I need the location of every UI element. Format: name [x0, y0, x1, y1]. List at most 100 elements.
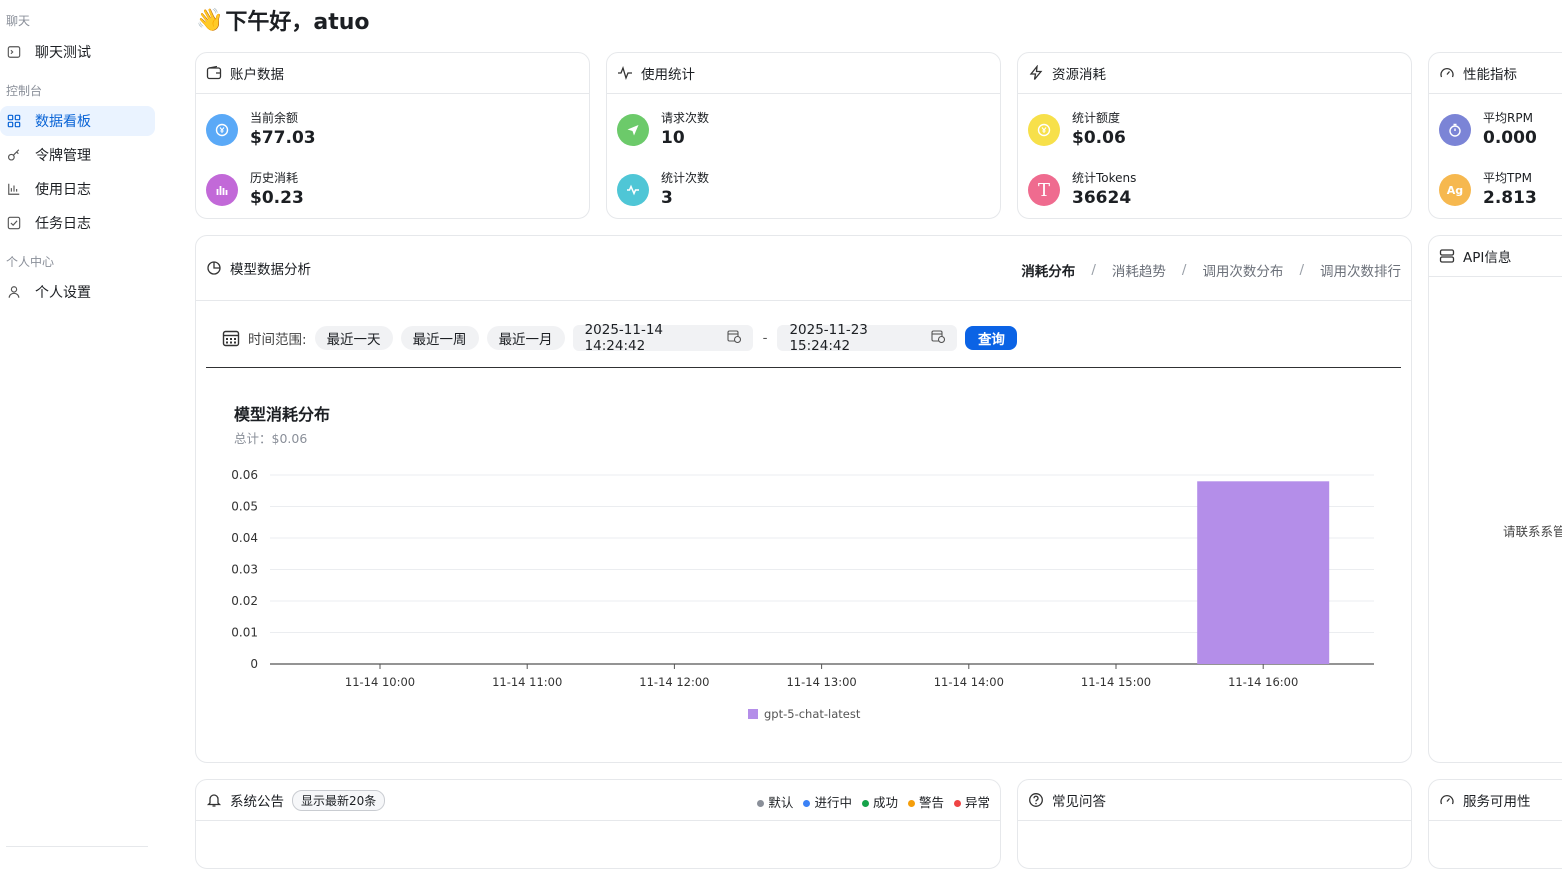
bar-chart-icon	[7, 182, 21, 196]
x-tick-label: 11-14 10:00	[345, 675, 415, 689]
histogram-icon	[206, 174, 238, 206]
account-card-header: 账户数据	[196, 53, 589, 94]
sidebar-item-label: 任务日志	[35, 216, 91, 232]
latest-badge: 显示最新20条	[292, 789, 386, 811]
quota-label: 统计额度	[1072, 111, 1121, 125]
x-tick-label: 11-14 16:00	[1228, 675, 1298, 689]
gauge-icon	[1439, 792, 1455, 808]
greeting: 👋 下午好，atuo	[196, 4, 370, 36]
x-tick-label: 11-14 15:00	[1081, 675, 1151, 689]
notice-card-title: 系统公告	[230, 794, 284, 810]
resource-card-header: 资源消耗	[1018, 53, 1411, 94]
sidebar-bottom-divider	[6, 846, 148, 847]
requests-label: 请求次数	[661, 111, 710, 125]
service-card-title: 服务可用性	[1463, 794, 1531, 810]
notice-card: 系统公告 显示最新20条 默认 进行中 成功 警告 异常	[195, 779, 1001, 869]
pulse-icon	[617, 65, 633, 81]
service-card: 服务可用性	[1428, 779, 1562, 869]
x-tick-label: 11-14 13:00	[786, 675, 856, 689]
sidebar-item-dashboard[interactable]: 数据看板	[0, 106, 155, 136]
api-card-header: API信息	[1429, 236, 1562, 277]
sidebar-item-usage-log[interactable]: 使用日志	[0, 174, 155, 204]
y-tick-label: 0.05	[231, 500, 258, 514]
stopwatch-icon	[1439, 114, 1471, 146]
coin-icon	[1028, 114, 1060, 146]
quota-value: $0.06	[1072, 128, 1126, 148]
history-stat: 历史消耗 $0.23	[206, 170, 304, 210]
api-empty-text: 请联系系管理	[1503, 524, 1562, 539]
send-icon	[617, 114, 649, 146]
requests-value: 10	[661, 128, 685, 148]
x-tick-label: 11-14 14:00	[934, 675, 1004, 689]
sidebar-item-label: 令牌管理	[35, 148, 91, 164]
bar	[1197, 481, 1330, 664]
x-tick-label: 11-14 12:00	[639, 675, 709, 689]
status-dot-icon	[861, 800, 869, 807]
tpm-stat: Ag 平均TPM 2.813	[1439, 170, 1537, 210]
faq-card-title: 常见问答	[1052, 794, 1106, 810]
account-card-title: 账户数据	[230, 67, 284, 83]
sidebar-item-task-log[interactable]: 任务日志	[0, 208, 155, 238]
legend-label: 警告	[918, 795, 944, 810]
sidebar-item-personal-settings[interactable]: 个人设置	[0, 277, 155, 307]
sidebar-item-label: 个人设置	[35, 285, 91, 301]
perf-card-header: 性能指标	[1429, 53, 1562, 94]
requests-stat: 请求次数 10	[617, 110, 709, 150]
legend-warning: 警告	[907, 792, 944, 811]
legend-label: 进行中	[814, 795, 852, 810]
usage-card-header: 使用统计	[607, 53, 1000, 94]
stats-count-value: 3	[661, 188, 673, 208]
checkbox-icon	[7, 216, 21, 230]
analysis-card: 模型数据分析 消耗分布 / 消耗趋势 / 调用次数分布 / 调用次数排行 时间范…	[195, 235, 1412, 763]
api-card-title: API信息	[1463, 250, 1512, 266]
grid-icon	[7, 114, 21, 128]
faq-card: 常见问答	[1017, 779, 1412, 869]
tpm-value: 2.813	[1483, 188, 1537, 208]
stats-count-stat: 统计次数 3	[617, 170, 709, 210]
question-icon	[1028, 792, 1044, 808]
history-label: 历史消耗	[250, 171, 299, 185]
rpm-stat: 平均RPM 0.000	[1439, 110, 1537, 150]
status-dot-icon	[803, 800, 811, 807]
sidebar-item-token-mgmt[interactable]: 令牌管理	[0, 140, 155, 170]
balance-stat: 当前余额 $77.03	[206, 110, 316, 150]
server-icon	[1439, 248, 1455, 264]
sidebar-item-label: 聊天测试	[35, 45, 91, 61]
balance-value: $77.03	[250, 128, 316, 148]
balance-label: 当前余额	[250, 111, 299, 125]
legend-error: 异常	[953, 792, 990, 811]
y-tick-label: 0	[250, 657, 258, 671]
legend-label: 默认	[768, 795, 794, 810]
rpm-value: 0.000	[1483, 128, 1537, 148]
legend-success: 成功	[861, 792, 898, 811]
usage-card-title: 使用统计	[641, 67, 695, 83]
sidebar-group-chat: 聊天	[6, 14, 31, 28]
sidebar-item-label: 数据看板	[35, 114, 91, 130]
service-card-header: 服务可用性	[1429, 780, 1562, 821]
resource-card: 资源消耗 统计额度 $0.06 T 统计Tokens 36624	[1017, 52, 1412, 219]
y-tick-label: 0.01	[231, 626, 258, 640]
sidebar-item-label: 使用日志	[35, 182, 91, 198]
sidebar: 聊天 聊天测试 控制台 数据看板 令牌管理 使用日志 任务日志 个人中心 个人设…	[0, 0, 160, 849]
legend-label: gpt-5-chat-latest	[764, 707, 861, 721]
text-avatar: Ag	[1439, 174, 1471, 206]
usage-card: 使用统计 请求次数 10 统计次数 3	[606, 52, 1001, 219]
perf-card: 性能指标 平均RPM 0.000 Ag 平均TPM 2.813	[1428, 52, 1562, 219]
notice-legend: 默认 进行中 成功 警告 异常	[757, 792, 990, 811]
account-card: 账户数据 当前余额 $77.03 历史消耗 $0.23	[195, 52, 590, 219]
sidebar-item-chat-test[interactable]: 聊天测试	[0, 37, 155, 67]
terminal-icon	[7, 45, 21, 59]
lightning-icon	[1028, 65, 1044, 81]
key-icon	[7, 148, 21, 162]
user-icon	[7, 285, 21, 299]
sidebar-group-console: 控制台	[6, 84, 43, 98]
resource-card-title: 资源消耗	[1052, 67, 1106, 83]
stats-count-label: 统计次数	[661, 171, 710, 185]
coin-icon	[206, 114, 238, 146]
history-value: $0.23	[250, 188, 304, 208]
x-tick-label: 11-14 11:00	[492, 675, 562, 689]
gauge-icon	[1439, 65, 1455, 81]
status-dot-icon	[757, 800, 765, 807]
tokens-label: 统计Tokens	[1072, 171, 1137, 185]
status-dot-icon	[907, 800, 915, 807]
